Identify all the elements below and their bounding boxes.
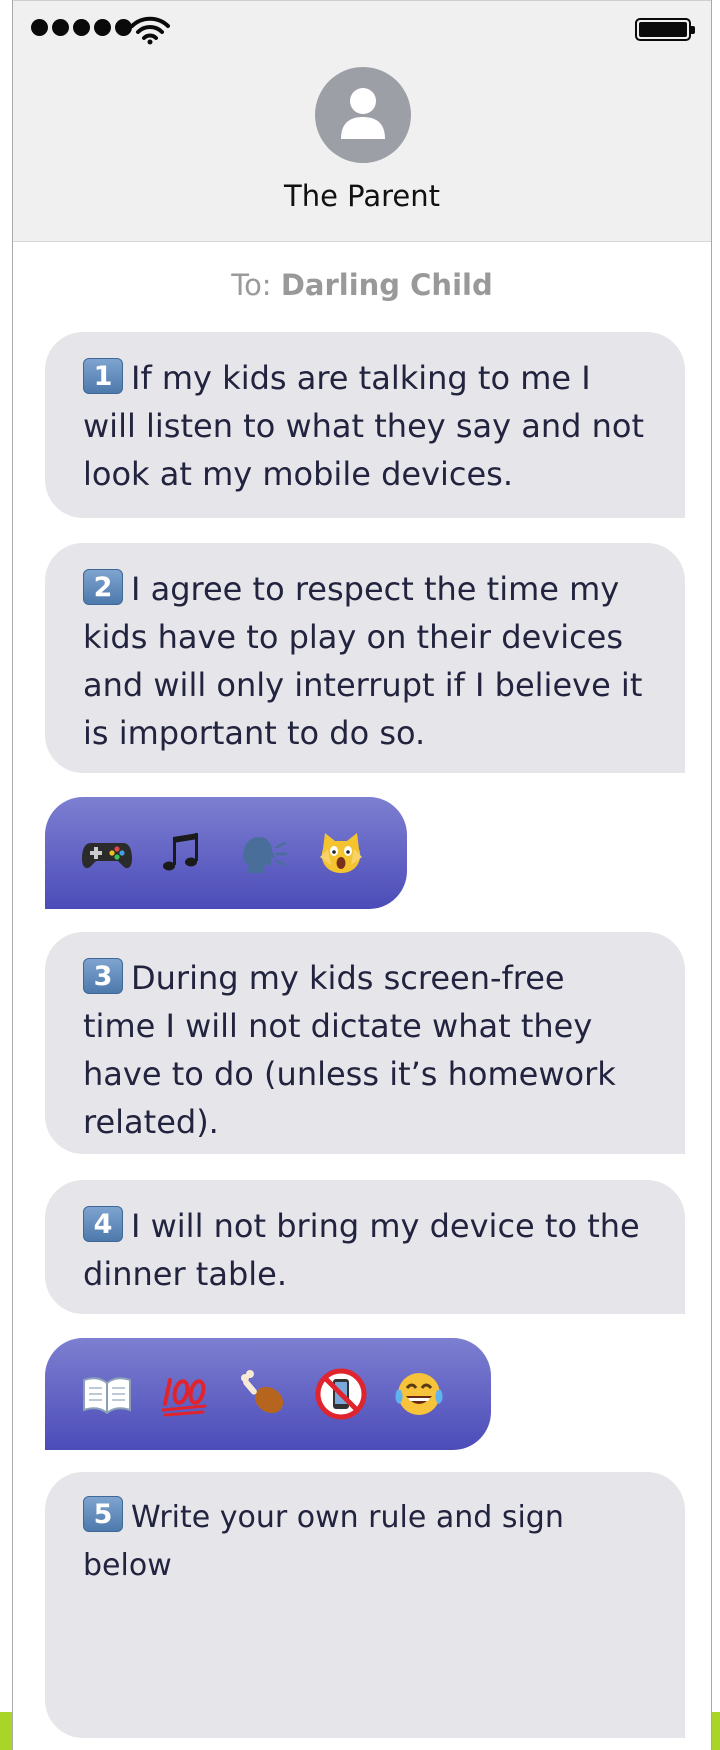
message-bubble-rule-2: 2I agree to respect the time my kids hav… — [45, 543, 685, 773]
keycap-number-icon: 2 — [83, 569, 123, 605]
contact-name[interactable]: The Parent — [13, 179, 711, 213]
game-controller-icon — [81, 827, 133, 879]
wifi-icon — [130, 16, 170, 45]
message-text: 5 Write your own rule and sign below — [83, 1494, 645, 1590]
speaking-head-icon — [237, 827, 289, 879]
message-bubble-rule-3: 3 During my kids screen-free time I will … — [45, 932, 685, 1154]
signal-dots-icon — [31, 19, 132, 36]
hundred-points-icon — [159, 1368, 211, 1420]
recipient-name: Darling Child — [280, 268, 493, 302]
poultry-leg-icon — [237, 1368, 289, 1420]
tears-of-joy-icon — [393, 1368, 445, 1420]
conversation-header: The Parent — [13, 0, 711, 242]
emoji-bubble-1 — [45, 797, 407, 909]
message-text: 3 During my kids screen-free time I will … — [83, 954, 645, 1146]
message-text: 1 If my kids are talking to me I will lis… — [83, 354, 645, 498]
rule-text: If my kids are talking to me I will list… — [83, 359, 645, 493]
message-bubble-rule-5: 5 Write your own rule and sign below — [45, 1472, 685, 1738]
open-book-icon — [81, 1368, 133, 1420]
recipient-line: To: Darling Child — [13, 268, 711, 302]
phone-screen: The Parent To: Darling Child 1 If my kids… — [12, 0, 712, 1750]
keycap-number-icon: 5 — [83, 1496, 123, 1532]
message-bubble-rule-1: 1 If my kids are talking to me I will lis… — [45, 332, 685, 518]
rule-text: I will not bring my device to the dinner… — [83, 1207, 640, 1293]
message-text: 2I agree to respect the time my kids hav… — [83, 565, 645, 757]
screaming-cat-icon — [315, 827, 367, 879]
battery-icon — [635, 18, 695, 41]
message-text: 4I will not bring my device to the dinne… — [83, 1202, 645, 1298]
keycap-number-icon: 4 — [83, 1206, 123, 1242]
person-silhouette-icon — [341, 88, 385, 139]
message-bubble-rule-4: 4I will not bring my device to the dinne… — [45, 1180, 685, 1314]
rule-text: I agree to respect the time my kids have… — [83, 570, 643, 752]
emoji-bubble-2 — [45, 1338, 491, 1450]
music-notes-icon — [159, 827, 211, 879]
rule-text: During my kids screen-free time I will n… — [83, 959, 616, 1141]
rule-text: Write your own rule and sign below — [83, 1500, 564, 1583]
recipient-prefix: To: — [231, 268, 272, 302]
no-mobile-phones-icon — [315, 1368, 367, 1420]
keycap-number-icon: 3 — [83, 958, 123, 994]
contact-avatar[interactable] — [315, 67, 411, 163]
keycap-number-icon: 1 — [83, 358, 123, 394]
